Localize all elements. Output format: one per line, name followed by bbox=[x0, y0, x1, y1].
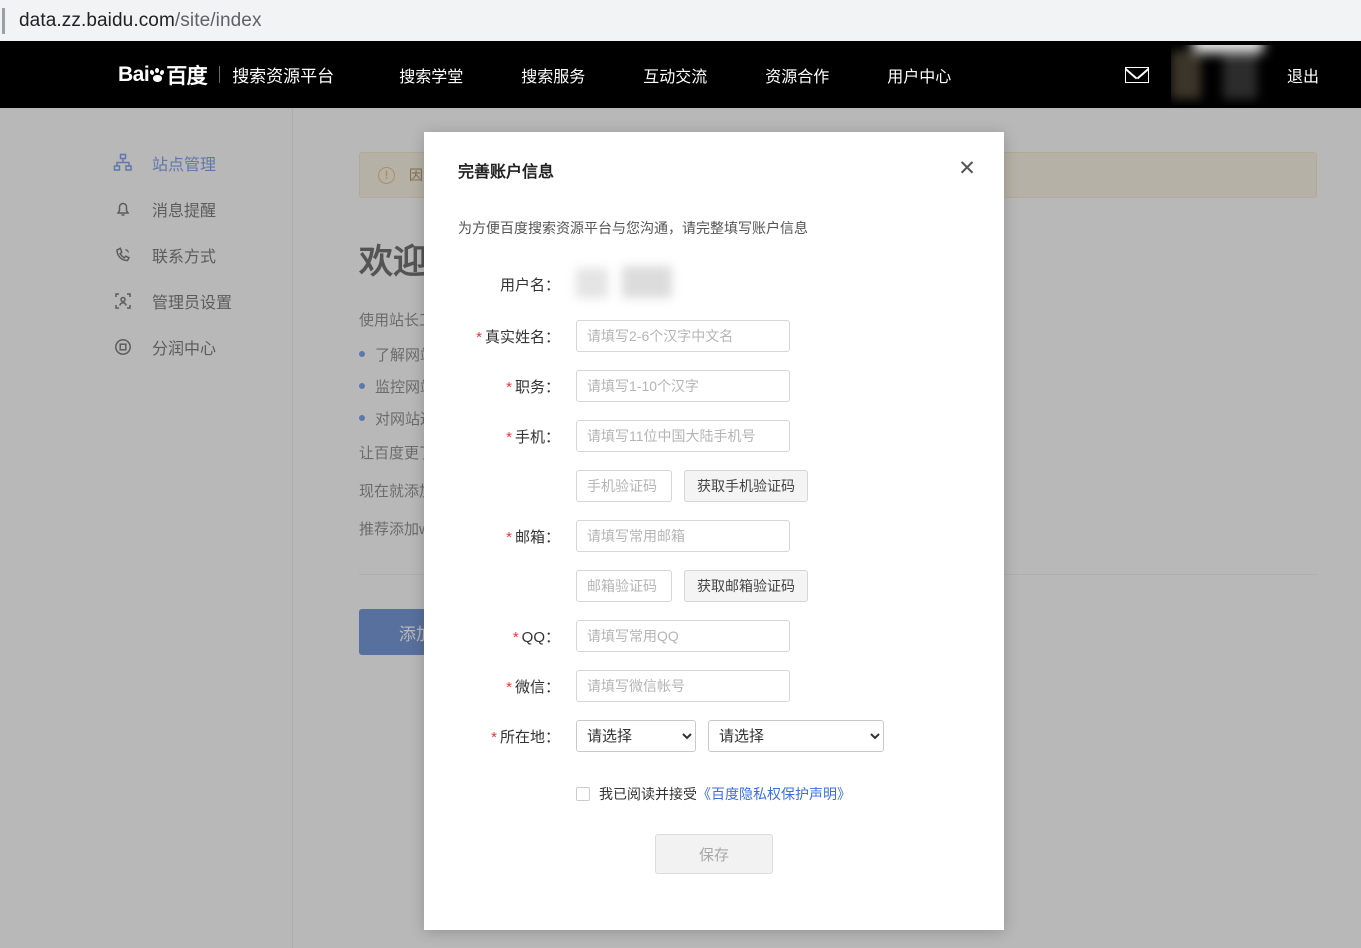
nav-item-resource-coop[interactable]: 资源合作 bbox=[765, 63, 829, 87]
required-mark: * bbox=[506, 528, 512, 546]
location-label: * 所在地： bbox=[491, 728, 560, 746]
qq-label: * QQ： bbox=[512, 628, 560, 646]
email-code-input[interactable] bbox=[576, 570, 672, 602]
close-icon[interactable]: ✕ bbox=[956, 158, 978, 180]
city-select[interactable]: 请选择 bbox=[708, 720, 884, 752]
required-mark: * bbox=[506, 378, 512, 396]
phone-input[interactable] bbox=[576, 420, 790, 452]
nav-item-search-academy[interactable]: 搜索学堂 bbox=[399, 63, 463, 87]
job-input[interactable] bbox=[576, 370, 790, 402]
required-mark: * bbox=[476, 328, 482, 346]
username-label: 用户名： bbox=[499, 276, 560, 294]
job-label: * 职务： bbox=[506, 378, 560, 396]
email-label: * 邮箱： bbox=[506, 528, 560, 546]
platform-name: 搜索资源平台 bbox=[232, 67, 335, 86]
logo-baidu-text: 百度 bbox=[166, 64, 208, 88]
required-mark: * bbox=[506, 428, 512, 446]
complete-account-info-modal: 完善账户信息 ✕ 为方便百度搜索资源平台与您沟通，请完整填写账户信息 用户名： … bbox=[424, 132, 1004, 930]
url-domain: data.zz.baidu.com bbox=[19, 9, 175, 31]
required-mark: * bbox=[512, 628, 519, 646]
email-input[interactable] bbox=[576, 520, 790, 552]
logo-bai-text: Bai bbox=[118, 62, 150, 86]
form-row-realname: * 真实姓名： bbox=[424, 320, 1004, 352]
agreement-label: 我已阅读并接受 bbox=[599, 786, 697, 802]
form-row-job: * 职务： bbox=[424, 370, 1004, 402]
form-row-username: 用户名： bbox=[424, 266, 1004, 302]
url-bar-cursor bbox=[2, 7, 5, 34]
form-row-phone-code: 获取手机验证码 bbox=[424, 470, 1004, 502]
form-row-wechat: * 微信： bbox=[424, 670, 1004, 702]
qq-input[interactable] bbox=[576, 620, 790, 652]
form-row-location: * 所在地： 请选择 请选择 bbox=[424, 720, 1004, 752]
form-row-email-code: 获取邮箱验证码 bbox=[424, 570, 1004, 602]
browser-url-bar[interactable]: data.zz.baidu.com/site/index bbox=[0, 0, 1361, 41]
username-value-redacted bbox=[576, 266, 696, 302]
main-nav-items: 搜索学堂 搜索服务 互动交流 资源合作 用户中心 bbox=[399, 63, 1009, 87]
baidu-logo[interactable]: Bai 百度 搜索资源平台 bbox=[118, 60, 334, 90]
logo-divider bbox=[219, 66, 221, 83]
url-text: data.zz.baidu.com/site/index bbox=[19, 10, 262, 32]
wechat-input[interactable] bbox=[576, 670, 790, 702]
top-navigation-bar: Bai 百度 搜索资源平台 搜索学堂 搜索服务 互动交流 资源合作 用户中心 退… bbox=[0, 41, 1361, 108]
nav-item-search-service[interactable]: 搜索服务 bbox=[521, 63, 585, 87]
nav-item-interaction[interactable]: 互动交流 bbox=[643, 63, 707, 87]
agreement-text: 我已阅读并接受《百度隐私权保护声明》 bbox=[599, 784, 851, 804]
modal-header: 完善账户信息 ✕ bbox=[424, 132, 1004, 208]
modal-title: 完善账户信息 bbox=[458, 164, 555, 181]
logout-button[interactable]: 退出 bbox=[1287, 63, 1319, 87]
form-row-qq: * QQ： bbox=[424, 620, 1004, 652]
account-info-form: 用户名： *真实姓名： *职务： *手机： 获取手机 bbox=[424, 266, 1004, 874]
realname-input[interactable] bbox=[576, 320, 790, 352]
username-display-redacted[interactable] bbox=[1170, 44, 1279, 105]
privacy-policy-link[interactable]: 《百度隐私权保护声明》 bbox=[697, 786, 851, 802]
agreement-row: 我已阅读并接受《百度隐私权保护声明》 bbox=[424, 784, 1004, 804]
realname-label: * 真实姓名： bbox=[476, 328, 560, 346]
get-phone-code-button[interactable]: 获取手机验证码 bbox=[684, 470, 808, 502]
required-mark: * bbox=[506, 678, 512, 696]
phone-code-input[interactable] bbox=[576, 470, 672, 502]
wechat-label: * 微信： bbox=[506, 678, 560, 696]
form-row-phone: * 手机： bbox=[424, 420, 1004, 452]
envelope-icon[interactable] bbox=[1124, 66, 1149, 83]
agreement-checkbox[interactable] bbox=[576, 787, 590, 801]
url-path: /site/index bbox=[174, 9, 262, 31]
save-button[interactable]: 保存 bbox=[655, 834, 773, 874]
form-row-email: * 邮箱： bbox=[424, 520, 1004, 552]
nav-item-user-center[interactable]: 用户中心 bbox=[887, 63, 951, 87]
header-right-area: 退出 bbox=[1124, 44, 1319, 105]
required-mark: * bbox=[491, 728, 497, 746]
save-button-wrapper: 保存 bbox=[424, 834, 1004, 874]
province-select[interactable]: 请选择 bbox=[576, 720, 696, 752]
baidu-paw-icon bbox=[149, 67, 165, 82]
phone-label: * 手机： bbox=[506, 428, 560, 446]
modal-subtitle: 为方便百度搜索资源平台与您沟通，请完整填写账户信息 bbox=[458, 220, 808, 236]
get-email-code-button[interactable]: 获取邮箱验证码 bbox=[684, 570, 808, 602]
